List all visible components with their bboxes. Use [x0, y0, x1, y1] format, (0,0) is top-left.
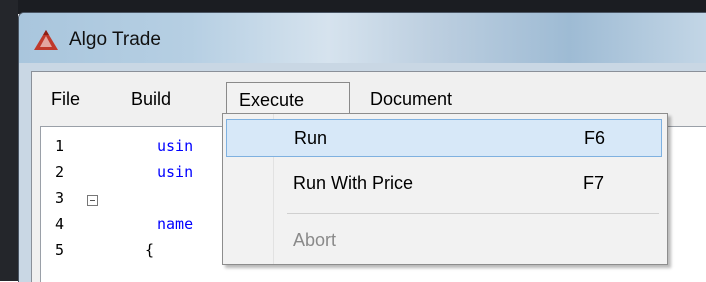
title-bar[interactable]: Algo Trade: [19, 13, 706, 63]
code-line: usin: [157, 137, 194, 155]
menu-item-label: Run With Price: [293, 173, 414, 193]
menu-item-shortcut: F6: [584, 128, 606, 148]
menu-file[interactable]: File: [51, 82, 80, 116]
line-number: 4: [55, 215, 65, 233]
window-title: Algo Trade: [69, 29, 161, 50]
menu-item-label: Run: [294, 128, 328, 148]
code-line: {: [145, 241, 155, 259]
line-number: 5: [55, 241, 65, 259]
code-line: name: [157, 215, 194, 233]
execute-menu-dropdown: Run F6 Run With Price F7 Abort: [222, 113, 668, 265]
menu-item-shortcut: F7: [583, 173, 605, 193]
menu-item-run[interactable]: Run F6: [226, 119, 662, 157]
code-line: usin: [157, 163, 194, 181]
menu-separator: [287, 213, 659, 214]
menu-item-label: Abort: [293, 230, 337, 250]
line-number: 3: [55, 189, 65, 207]
menu-document[interactable]: Document: [370, 82, 452, 116]
menu-execute[interactable]: Execute: [226, 82, 350, 116]
line-number: 1: [55, 137, 65, 155]
algo-trade-logo-icon: [34, 30, 58, 50]
background-window-edge: [0, 0, 18, 281]
menu-item-abort[interactable]: Abort: [226, 222, 662, 260]
menu-build[interactable]: Build: [131, 82, 171, 116]
line-number: 2: [55, 163, 65, 181]
menu-item-run-with-price[interactable]: Run With Price F7: [226, 165, 662, 203]
collapse-toggle-icon[interactable]: [87, 195, 98, 206]
